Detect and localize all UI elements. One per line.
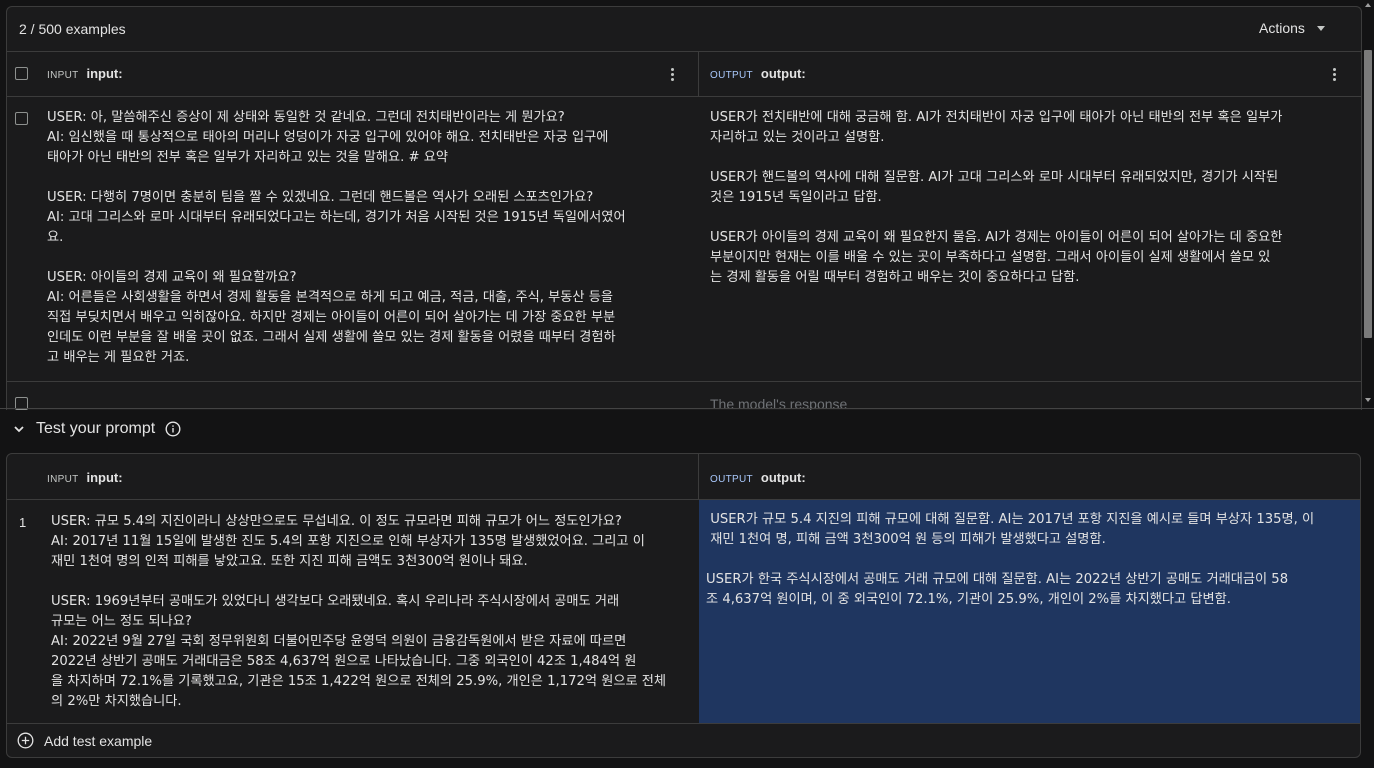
test-section-toggle[interactable]: Test your prompt [12,420,181,438]
scrollbar-thumb[interactable] [1364,50,1372,338]
select-all-checkbox[interactable] [15,67,28,80]
actions-button[interactable]: Actions [1259,20,1325,36]
example-output-cell[interactable]: USER가 전치태반에 대해 궁금해 함. AI가 전치태반이 자궁 입구에 태… [710,108,1355,288]
actions-label: Actions [1259,20,1305,36]
output-tag: OUTPUT [710,70,753,81]
input-tag: INPUT [47,70,79,81]
test-output-tag: OUTPUT [710,474,753,485]
row-checkbox[interactable] [15,112,28,125]
add-test-example-button[interactable]: Add test example [17,732,152,749]
input-column-header: input: [86,66,123,81]
test-input-column-header: input: [86,470,123,485]
output-column-header: output: [760,66,806,81]
scroll-down-arrow-icon[interactable] [1365,398,1371,402]
add-test-example-label: Add test example [44,732,153,749]
row-number: 1 [19,515,27,530]
test-panel: INPUT input: OUTPUT output: 1 USER: 규모 5… [6,453,1361,758]
test-section-title: Test your prompt [36,420,156,437]
add-circle-icon [17,732,34,749]
dropdown-arrow-icon [1316,25,1325,31]
scroll-up-arrow-icon[interactable] [1365,3,1371,7]
examples-panel: 2 / 500 examples Actions INPUT input: OU… [6,6,1362,410]
output-column-menu-icon[interactable] [1326,66,1342,82]
info-icon[interactable] [165,421,181,437]
test-output-cell[interactable]: USER가 규모 5.4 지진의 피해 규모에 대해 질문함. AI는 2017… [706,510,1356,610]
panel-divider [0,408,1374,409]
chevron-down-icon [14,426,24,433]
examples-count: 2 / 500 examples [19,21,126,37]
test-input-tag: INPUT [47,474,79,485]
test-input-cell[interactable]: USER: 규모 5.4의 지진이라니 상상만으로도 무섭네요. 이 정도 규모… [51,512,696,712]
example-input-cell[interactable]: USER: 아, 말씀해주신 증상이 제 상태와 동일한 것 같네요. 그런데 … [47,108,697,368]
test-output-column-header: output: [760,470,806,485]
input-column-menu-icon[interactable] [664,66,680,82]
